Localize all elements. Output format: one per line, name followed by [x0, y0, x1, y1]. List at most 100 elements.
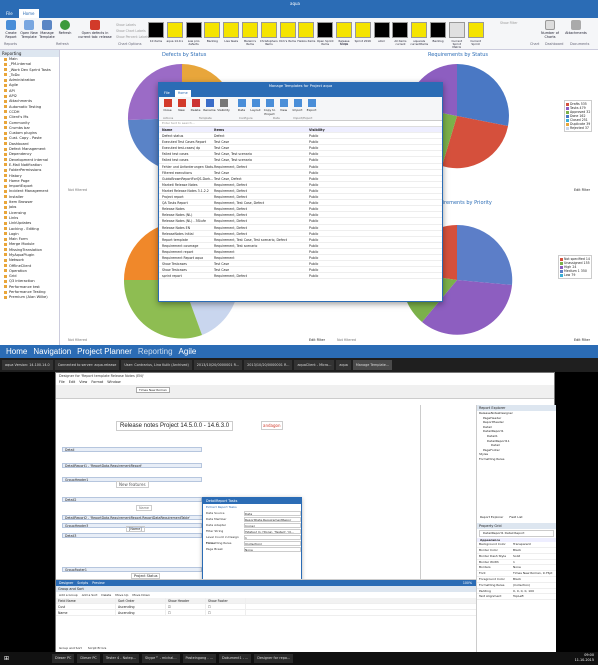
export-button[interactable]: Export — [305, 99, 318, 112]
taskbar-item[interactable]: aqua Version: 14.100.14.0 — [2, 360, 53, 370]
tab-home[interactable]: Home — [18, 9, 39, 18]
tab-field-list[interactable]: Field List — [509, 515, 522, 519]
tab-scripts[interactable]: Scripts — [77, 580, 88, 586]
property-row[interactable]: Text Alignment TopLeft — [477, 594, 556, 601]
logo-image[interactable]: andagon — [261, 421, 283, 430]
windows-start-icon[interactable]: ⊞ — [4, 655, 9, 662]
object-selector[interactable]: DetailReport1 Detail Report — [479, 530, 554, 537]
view-preset-button[interactable] — [204, 22, 221, 38]
name-header[interactable]: Name — [136, 505, 153, 511]
delete-template-button[interactable]: Delete — [189, 99, 202, 112]
view-preset-button[interactable] — [354, 22, 371, 38]
system-clock[interactable]: 09:00 11.10.2015 — [575, 653, 594, 663]
taskbar-item[interactable]: Dokument1 - ... — [218, 654, 252, 663]
nav-home[interactable]: Home — [6, 347, 27, 356]
report-title-label[interactable]: Release notes Project 14.5.0.0 - 14.6.3.… — [116, 421, 234, 431]
nav-agile[interactable]: Agile — [179, 347, 197, 356]
show-percent-labels-toggle[interactable]: Show Percent Labels — [116, 34, 149, 40]
menu-file[interactable]: File — [59, 379, 65, 385]
view-preset-button[interactable] — [430, 22, 446, 38]
show-header-checkbox[interactable]: ☐ — [166, 610, 206, 615]
view-preset-button[interactable] — [279, 22, 296, 38]
view-preset-button[interactable] — [336, 22, 352, 38]
report-band[interactable]: Detail3 — [62, 533, 202, 538]
menu-edit[interactable]: Edit — [69, 379, 76, 385]
view-preset-button[interactable] — [148, 22, 164, 38]
nav-navigation[interactable]: Navigation — [33, 347, 71, 356]
taskbar-item[interactable]: Connected to server: aqua.release — [54, 360, 120, 370]
view-preset-button[interactable] — [223, 22, 240, 38]
view-preset-button[interactable] — [448, 22, 465, 38]
nav-project-planner[interactable]: Project Planner — [77, 347, 132, 356]
tab-report-explorer[interactable]: Report Explorer — [480, 515, 503, 519]
show-header-checkbox[interactable]: ☑ — [166, 604, 206, 609]
dialog-tab-home[interactable]: Home — [174, 90, 191, 97]
visibility-button[interactable]: Visibility — [217, 99, 230, 112]
view-preset-button[interactable] — [411, 22, 428, 38]
show-filter-toggle[interactable]: Show Filter — [500, 20, 518, 26]
taskbar-item[interactable]: User: Contrarius, Lina Kulik (Archived) — [121, 360, 192, 370]
delete-button[interactable]: Delete — [101, 593, 111, 597]
font-select[interactable]: Times New Roman — [136, 387, 170, 393]
new-template-button[interactable]: New — [175, 99, 188, 112]
table-row[interactable]: sprint report Requirement, Defect Public — [159, 273, 442, 280]
show-footer-checkbox[interactable]: ☐ — [206, 610, 246, 615]
tab-preview[interactable]: Preview — [92, 580, 104, 586]
taskbar-item[interactable]: Skype™ - michal... — [142, 654, 180, 663]
move-down-button[interactable]: Move Down — [132, 593, 150, 597]
tab-file[interactable]: File — [2, 9, 17, 18]
menu-window[interactable]: Window — [107, 379, 120, 385]
tab-designer[interactable]: Designer — [59, 580, 73, 586]
taskbar-item[interactable]: Tester 4 - Notep... — [102, 654, 139, 663]
view-preset-button[interactable] — [242, 22, 258, 38]
menu-view[interactable]: View — [79, 379, 87, 385]
view-button[interactable]: View — [277, 99, 290, 112]
zoom-level[interactable]: 100% — [463, 580, 472, 586]
taskbar-item[interactable]: Posteingang - ... — [182, 654, 216, 663]
edit-filter-link[interactable]: Edit Filter — [574, 338, 590, 342]
move-up-button[interactable]: Move Up — [115, 593, 128, 597]
copy-to-project-button[interactable]: Copy to Project — [263, 99, 276, 116]
manage-template-button[interactable]: Manage Template — [38, 20, 56, 46]
show-footer-checkbox[interactable]: ☐ — [206, 604, 246, 609]
view-preset-button[interactable] — [392, 22, 409, 38]
layout-button[interactable]: Layout — [249, 99, 262, 112]
taskbar-item[interactable]: Dieser PC — [52, 654, 75, 663]
view-preset-button[interactable] — [317, 22, 334, 38]
add-sort-button[interactable]: Add a Sort — [82, 593, 98, 597]
taskbar-item[interactable]: aqua — [336, 360, 351, 370]
view-preset-button[interactable] — [166, 22, 183, 38]
taskbar-item[interactable]: Manage Template... — [352, 360, 393, 370]
edit-filter-link[interactable]: Edit Filter — [574, 188, 590, 192]
report-band[interactable]: DetailReport1 - 'ReportData.RequirementR… — [62, 463, 202, 468]
dialog-tab-file[interactable]: File — [161, 90, 173, 97]
report-band[interactable]: Detail2 — [62, 497, 202, 502]
open-template-button[interactable]: Open New Template — [20, 20, 38, 46]
tab-group-and-sort[interactable]: Group and Sort — [59, 646, 82, 650]
view-preset-button[interactable] — [298, 22, 315, 38]
features-heading[interactable]: New features — [116, 481, 149, 488]
view-preset-button[interactable] — [467, 22, 484, 38]
tab-script-errors[interactable]: Script Errors — [88, 646, 107, 650]
data-button[interactable]: Data — [235, 99, 248, 112]
add-group-button[interactable]: Add a Group — [59, 593, 78, 597]
taskbar-item[interactable]: aquaClient - Micro... — [294, 360, 335, 370]
explorer-item[interactable]: Formatting Rules — [477, 457, 556, 462]
taskbar-item[interactable]: 2013/10/20/0000001 R... — [244, 360, 293, 370]
import-button[interactable]: Import — [291, 99, 304, 112]
menu-format[interactable]: Format — [91, 379, 103, 385]
report-band[interactable]: GroupFooter1 — [62, 567, 202, 572]
taskbar-item[interactable]: Dieser PC — [77, 654, 100, 663]
rename-template-button[interactable]: Rename — [203, 99, 216, 112]
name-field[interactable]: [Name] — [126, 526, 145, 532]
view-preset-button[interactable] — [260, 22, 277, 38]
report-band[interactable]: Detail — [62, 447, 202, 452]
edit-filter-link[interactable]: Edit Filter — [309, 338, 325, 342]
view-preset-button[interactable] — [185, 22, 202, 38]
open-defects-button[interactable]: Open defects in current tab: release — [78, 20, 112, 46]
tree-item[interactable]: Premium (Alan Wilke) — [0, 295, 59, 300]
taskbar-item[interactable]: Designer for repo... — [254, 654, 294, 663]
close-button[interactable]: Close — [161, 99, 174, 112]
view-preset-button[interactable] — [373, 22, 390, 38]
nav-reporting[interactable]: Reporting — [138, 347, 173, 356]
